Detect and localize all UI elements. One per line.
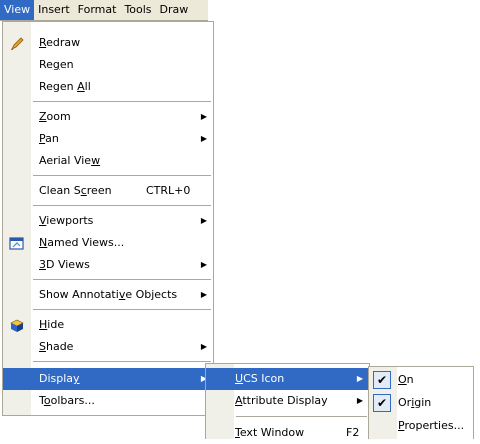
menu-item-label: Viewports [39,214,94,227]
ucs-icon-submenu: ✔ On ✔ Origin Properties... [368,366,474,439]
display-submenu: UCS Icon ▶ Attribute Display ▶ Text Wind… [205,363,370,439]
menu-item-label: Text Window [235,426,305,439]
menu-item-label: Attribute Display [235,394,328,407]
menu-separator [33,175,211,176]
menu-item-zoom[interactable]: Zoom ▶ [3,106,213,128]
submenu-arrow-icon: ▶ [200,290,207,299]
submenu-arrow-icon: ▶ [200,134,207,143]
menu-item-attribute-display[interactable]: Attribute Display ▶ [206,390,369,412]
menu-item-clean-screen[interactable]: Clean Screen CTRL+0 [3,180,213,202]
menu-item-named-views[interactable]: Named Views... [3,232,213,254]
submenu-arrow-icon: ▶ [200,216,207,225]
menu-separator [33,309,211,310]
menu-item-label: Properties... [398,419,465,432]
menu-format[interactable]: Format [74,0,121,20]
menu-item-label: Clean Screen [39,184,112,197]
menu-item-properties[interactable]: Properties... [369,415,473,437]
menu-tools[interactable]: Tools [120,0,155,20]
menu-item-label: Zoom [39,110,71,123]
menu-item-hide[interactable]: Hide [3,314,213,336]
menu-item-label: Redraw [39,36,81,49]
submenu-arrow-icon: ▶ [200,260,207,269]
menu-item-label: On [398,373,414,386]
menu-item-viewports[interactable]: Viewports ▶ [3,210,213,232]
checkmark-icon: ✔ [373,394,391,412]
menu-item-label: Regen [39,58,74,71]
submenu-arrow-icon: ▶ [200,112,207,121]
shortcut-label: F2 [346,426,360,439]
named-views-icon [9,235,25,251]
menu-item-pan[interactable]: Pan ▶ [3,128,213,150]
submenu-arrow-icon: ▶ [356,374,363,383]
menu-item-show-annotative-objects[interactable]: Show Annotative Objects ▶ [3,284,213,306]
menu-item-label: Aerial View [39,154,101,167]
hide-icon [9,317,25,333]
menu-separator [236,416,367,417]
menu-item-toolbars[interactable]: Toolbars... [3,390,213,412]
menu-item-label: Pan [39,132,59,145]
menu-item-label: Origin [398,396,432,409]
menu-item-aerial-view[interactable]: Aerial View [3,150,213,172]
view-menu: Redraw Regen Regen All Zoom ▶ Pan ▶ Aeri… [2,21,214,416]
menu-item-label: Show Annotative Objects [39,288,178,301]
menu-view[interactable]: View [0,0,35,20]
menu-bar: View Insert Format Tools Draw [0,0,208,21]
pencil-icon [9,35,25,51]
menu-item-display[interactable]: Display ▶ [3,368,213,390]
menu-item-regen-all[interactable]: Regen All [3,76,213,98]
shortcut-label: CTRL+0 [146,184,191,197]
menu-item-3d-views[interactable]: 3D Views ▶ [3,254,213,276]
menu-item-label: Named Views... [39,236,125,249]
menu-item-label: Toolbars... [39,394,95,407]
menu-item-label: UCS Icon [235,372,285,385]
menu-item-label: Hide [39,318,65,331]
menu-separator [33,279,211,280]
menu-separator [33,205,211,206]
menu-item-origin[interactable]: ✔ Origin [369,392,473,414]
menu-item-label: Regen All [39,80,91,93]
submenu-arrow-icon: ▶ [356,396,363,405]
checkmark-icon: ✔ [373,371,391,389]
submenu-arrow-icon: ▶ [200,342,207,351]
menu-item-on[interactable]: ✔ On [369,369,473,391]
menu-item-redraw[interactable]: Redraw [3,32,213,54]
menu-insert[interactable]: Insert [34,0,74,20]
menu-separator [33,361,211,362]
menu-separator [33,101,211,102]
menu-item-ucs-icon[interactable]: UCS Icon ▶ [206,368,369,390]
menu-item-label: Shade [39,340,74,353]
menu-item-label: 3D Views [39,258,90,271]
menu-item-label: Display [39,372,80,385]
menu-item-regen[interactable]: Regen [3,54,213,76]
menu-item-shade[interactable]: Shade ▶ [3,336,213,358]
menu-item-text-window[interactable]: Text Window F2 [206,422,369,444]
menu-draw[interactable]: Draw [156,0,193,20]
